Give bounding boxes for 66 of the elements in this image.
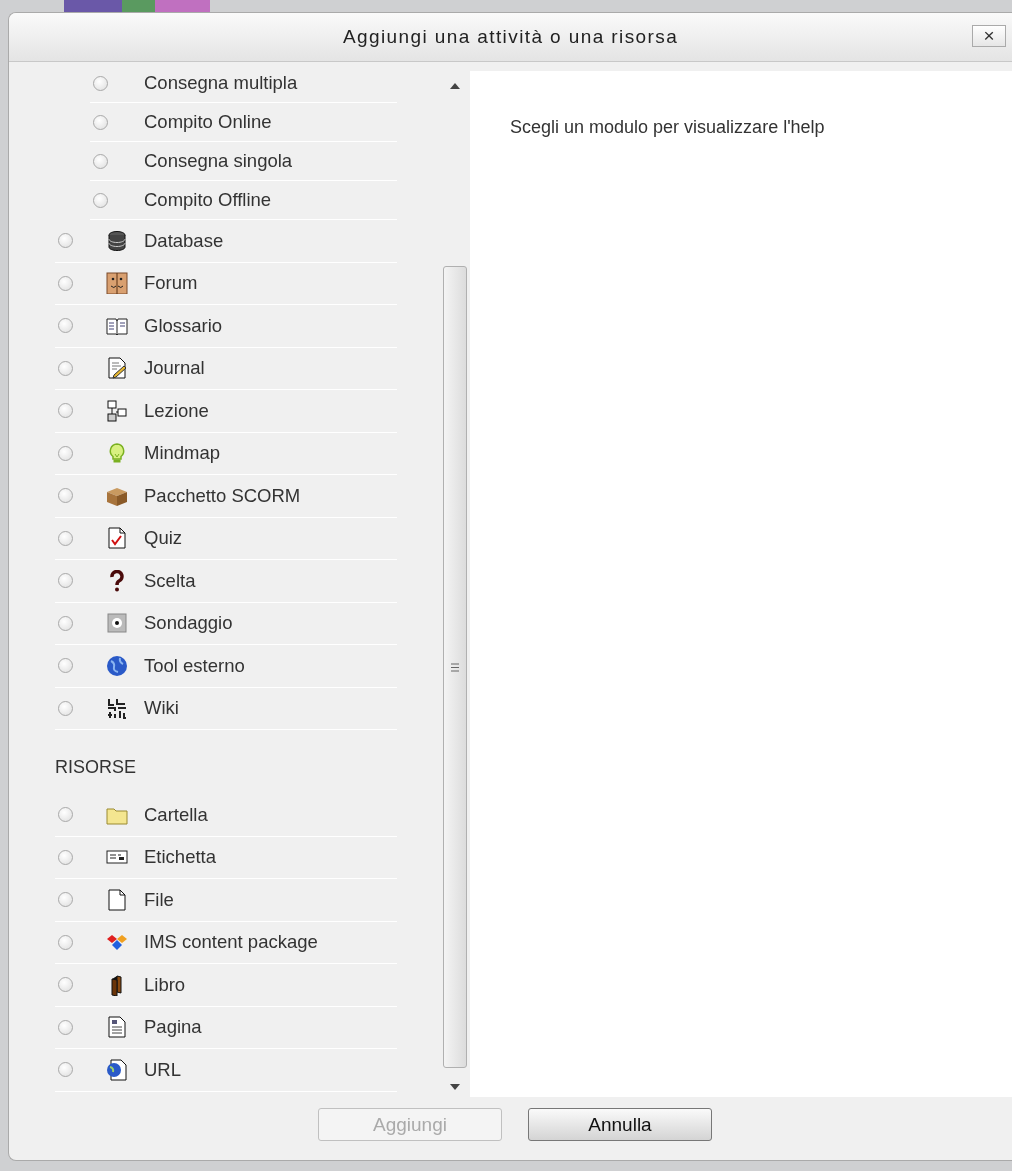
globe-icon xyxy=(106,654,128,677)
radio-button[interactable] xyxy=(58,700,73,716)
radio-button[interactable] xyxy=(58,360,73,376)
option-label[interactable]: Consegna multipla xyxy=(144,72,298,94)
option-label[interactable]: Mindmap xyxy=(144,442,221,465)
option-label[interactable]: Quiz xyxy=(144,527,183,550)
radio-button[interactable] xyxy=(58,488,73,504)
radio-button[interactable] xyxy=(58,573,73,589)
option-label[interactable]: Journal xyxy=(144,357,205,380)
radio-button[interactable] xyxy=(58,807,73,823)
database-icon xyxy=(106,229,128,252)
option-label[interactable]: Database xyxy=(144,229,224,252)
cancel-button[interactable]: Annulla xyxy=(528,1108,712,1141)
option-label[interactable]: Lezione xyxy=(144,399,209,422)
option-label[interactable]: Compito Online xyxy=(144,111,272,133)
radio-button[interactable] xyxy=(58,615,73,631)
radio-button[interactable] xyxy=(58,658,73,674)
radio-button[interactable] xyxy=(58,892,73,908)
option-label[interactable]: Wiki xyxy=(144,697,179,720)
radio-button[interactable] xyxy=(58,445,73,461)
text-document-icon xyxy=(106,1016,128,1039)
radio-button[interactable] xyxy=(58,849,73,865)
radio-button[interactable] xyxy=(93,114,108,130)
option-label[interactable]: Etichetta xyxy=(144,846,216,869)
checked-document-icon xyxy=(106,527,128,550)
pattern-icon xyxy=(106,697,128,720)
scroll-down-icon[interactable] xyxy=(450,1084,460,1090)
option-label[interactable]: Forum xyxy=(144,272,198,295)
dialog-title: Aggiungi una attività o una risorsa xyxy=(342,26,679,48)
option-label[interactable]: Pagina xyxy=(144,1016,202,1039)
option-label[interactable]: File xyxy=(144,888,174,911)
radio-button[interactable] xyxy=(58,1062,73,1078)
radio-button[interactable] xyxy=(58,977,73,993)
faces-icon xyxy=(106,272,128,295)
radio-button[interactable] xyxy=(58,275,73,291)
radio-button[interactable] xyxy=(93,153,108,169)
section-heading: RISORSE xyxy=(55,757,137,778)
option-label[interactable]: Tool esterno xyxy=(144,654,245,677)
option-label[interactable]: Sondaggio xyxy=(144,612,233,635)
option-label[interactable]: IMS content package xyxy=(144,931,318,954)
dot-square-icon xyxy=(106,612,128,635)
scroll-thumb[interactable] xyxy=(443,266,467,1068)
blank-document-icon xyxy=(106,888,128,911)
diagram-icon xyxy=(106,399,128,422)
grip-icon xyxy=(451,662,459,672)
document-pencil-icon xyxy=(106,357,128,380)
option-label[interactable]: Glossario xyxy=(144,314,223,337)
option-label[interactable]: Cartella xyxy=(144,803,208,826)
radio-button[interactable] xyxy=(58,530,73,546)
option-label[interactable]: URL xyxy=(144,1058,181,1081)
option-label[interactable]: Scelta xyxy=(144,569,196,592)
globe-document-icon xyxy=(106,1058,128,1081)
radio-button[interactable] xyxy=(58,233,73,249)
radio-button[interactable] xyxy=(58,318,73,334)
option-label[interactable]: Consegna singola xyxy=(144,150,293,172)
option-label[interactable]: Libro xyxy=(144,973,186,996)
scroll-up-icon[interactable] xyxy=(450,83,460,89)
radio-button[interactable] xyxy=(58,934,73,950)
help-text: Scegli un modulo per visualizzare l'help xyxy=(510,117,825,137)
close-button[interactable]: × xyxy=(972,25,1006,47)
option-label[interactable]: Pacchetto SCORM xyxy=(144,484,301,507)
radio-button[interactable] xyxy=(93,192,108,208)
radio-button[interactable] xyxy=(93,75,108,91)
radio-button[interactable] xyxy=(58,403,73,419)
radio-button[interactable] xyxy=(58,1019,73,1035)
option-label[interactable]: Compito Offline xyxy=(144,189,272,211)
